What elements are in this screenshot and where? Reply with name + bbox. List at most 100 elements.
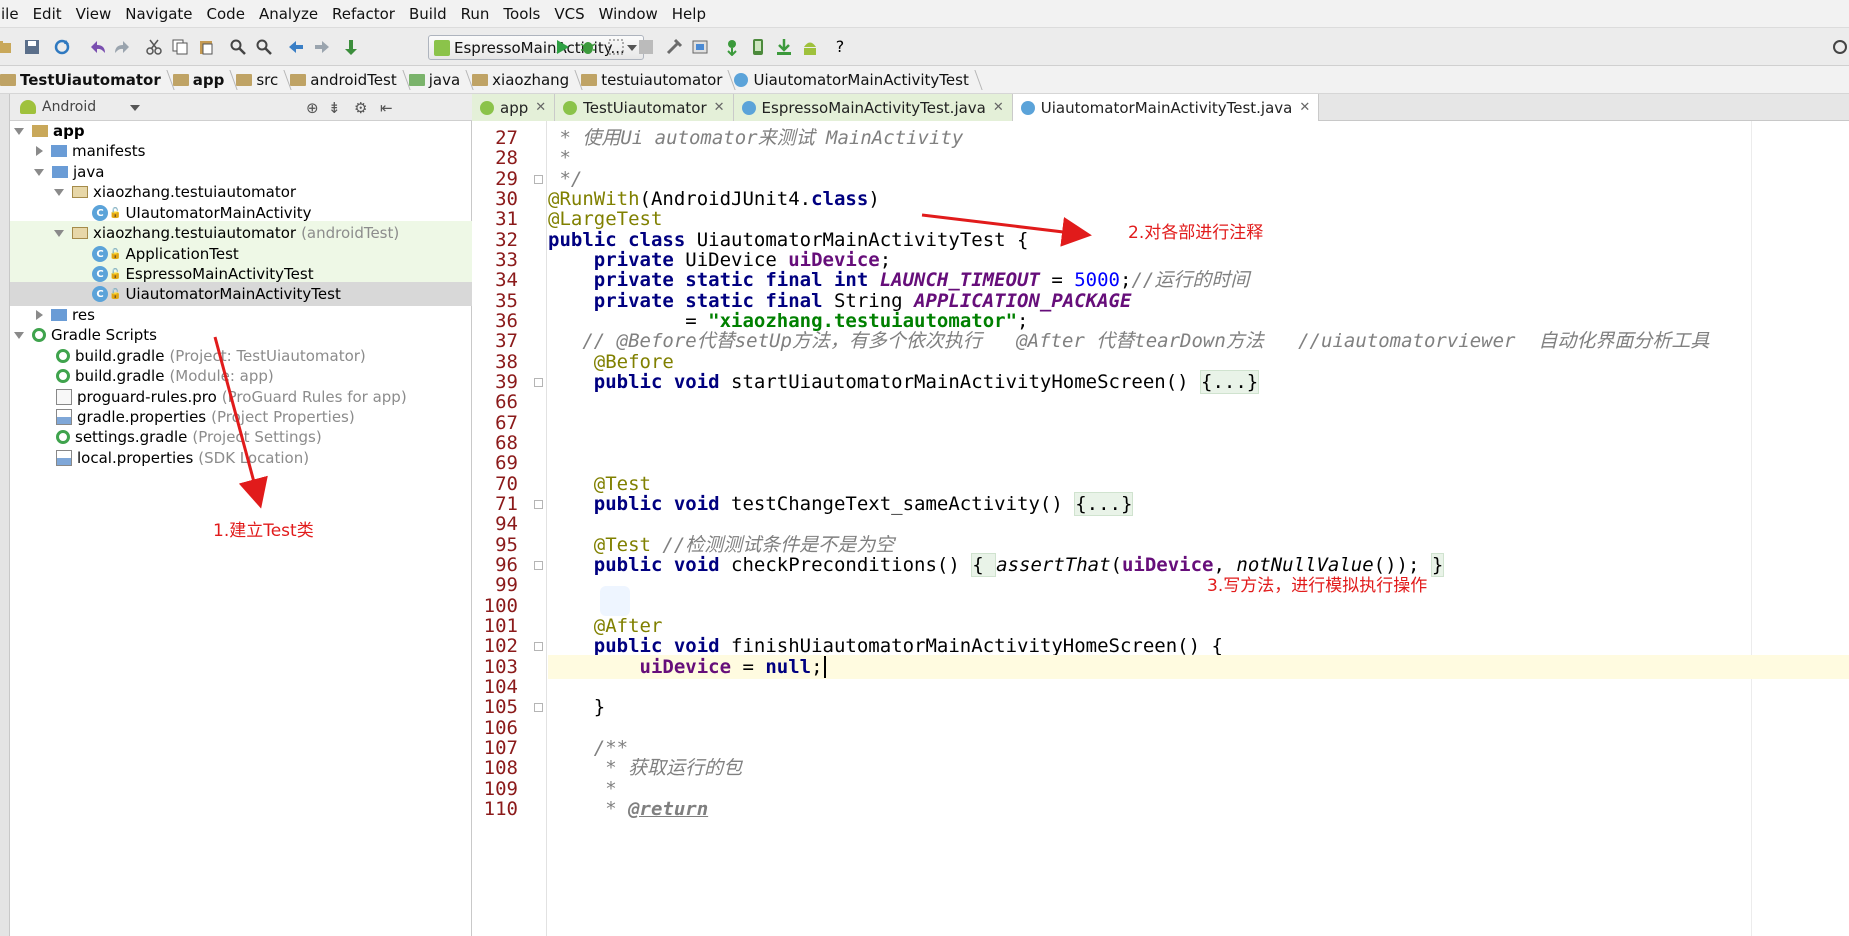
run-icon[interactable] [552,37,572,57]
sync-icon[interactable] [52,37,72,57]
fold-marker[interactable] [534,561,543,570]
expand-arrow-icon[interactable] [54,188,64,196]
attach-debugger-icon[interactable] [606,37,626,57]
breadcrumb-item-java[interactable]: java [408,66,472,94]
fold-marker[interactable] [534,642,543,651]
avd-manager-icon[interactable] [748,37,768,57]
sdk-manager-icon[interactable] [690,37,710,57]
menu-analyze[interactable]: Analyze [252,5,325,23]
breadcrumb-item-xiaozhang[interactable]: xiaozhang [472,66,581,94]
forward-icon[interactable] [312,37,332,57]
scroll-from-source-icon[interactable]: ⊕ [306,99,319,117]
fold-marker[interactable] [534,500,543,509]
close-icon[interactable]: ✕ [535,100,546,115]
menu-help[interactable]: Help [665,5,713,23]
code-editor[interactable]: * 使用Ui automator来测试 MainActivity * */ @R… [548,121,1849,936]
android-device-monitor-icon[interactable] [800,37,820,57]
undo-icon[interactable] [88,37,108,57]
menu-vcs[interactable]: VCS [547,5,591,23]
tree-node-note: (Project Settings) [192,428,322,446]
properties-icon [56,409,72,425]
breadcrumb-item-project[interactable]: TestUiautomator [0,66,173,94]
folder-icon [290,73,307,86]
breadcrumb-item-src[interactable]: src [236,66,290,94]
menu-file[interactable]: ile [0,5,26,23]
code-field: uiDevice [639,656,732,678]
tree-node-local-properties[interactable]: local.properties (SDK Location) [10,446,472,470]
breadcrumb-item-testuiautomator[interactable]: testuiautomator [581,66,734,94]
breadcrumb-item-class[interactable]: UiautomatorMainActivityTest [734,66,980,94]
help-icon[interactable]: ? [830,37,850,57]
find-icon[interactable] [228,37,248,57]
chevron-down-icon[interactable] [130,105,140,111]
breadcrumb-label: TestUiautomator [20,70,161,89]
code-annotation: @LargeTest [548,208,663,230]
folded-code-block[interactable]: {...} [1200,370,1260,394]
stop-icon[interactable] [636,37,656,57]
folder-icon [52,166,68,178]
project-structure-icon[interactable] [664,37,684,57]
menu-build[interactable]: Build [402,5,454,23]
fold-marker[interactable] [534,175,543,184]
back-icon[interactable] [286,37,306,57]
search-everywhere-icon[interactable] [1830,37,1849,57]
open-folder-icon[interactable] [0,37,14,57]
sync-gradle-icon[interactable] [722,37,742,57]
redo-icon[interactable] [112,37,132,57]
editor-gutter[interactable]: 27 28 29 30 31 32 33 34 35 36 37 38 39 6… [472,121,547,936]
editor-tab-bar: app ✕ TestUiautomator ✕ EspressoMainActivi… [472,94,1849,121]
menu-edit[interactable]: Edit [26,5,69,23]
left-tool-window-strip[interactable] [0,94,10,936]
gear-icon[interactable]: ⚙ [354,99,367,117]
module-folder-icon [32,125,48,137]
tree-node-label: xiaozhang.testuiautomator [93,183,297,201]
download-sdk-icon[interactable] [774,37,794,57]
code-comment: * [548,798,629,820]
menu-refactor[interactable]: Refactor [325,5,402,23]
code-comment: * [548,757,629,779]
project-view-mode-select[interactable]: Android [42,99,96,115]
breadcrumb-label: UiautomatorMainActivityTest [753,70,969,89]
editor-tab-app[interactable]: app ✕ [472,94,556,121]
editor-tab-testuiautomator[interactable]: TestUiautomator ✕ [555,94,734,121]
expand-arrow-icon[interactable] [54,229,64,237]
editor-tab-espressomainactivitytest[interactable]: EspressoMainActivityTest.java ✕ [733,94,1013,121]
editor-tab-label: UiautomatorMainActivityTest.java [1040,98,1293,117]
tree-node-label: build.gradle [75,367,165,385]
close-icon[interactable]: ✕ [993,100,1004,115]
expand-arrow-icon[interactable] [34,168,44,176]
breadcrumb-item-androidtest[interactable]: androidTest [290,66,408,94]
debug-icon[interactable] [578,37,598,57]
menu-bar: ile Edit View Navigate Code Analyze Refa… [0,0,1849,28]
close-icon[interactable]: ✕ [714,100,725,115]
annotation-note: 1.建立Test类 [213,521,314,541]
annotation-note: 2.对各部进行注释 [1128,223,1264,243]
lock-icon: 🔓 [109,268,122,280]
cut-icon[interactable] [144,37,164,57]
hide-panel-icon[interactable]: ⇤ [380,99,393,117]
collapse-arrow-icon[interactable] [36,310,43,320]
menu-code[interactable]: Code [200,5,252,23]
breadcrumb-label: app [192,70,225,89]
folded-code-block[interactable]: {...} [1074,492,1134,516]
fold-marker[interactable] [534,703,543,712]
collapse-arrow-icon[interactable] [36,146,43,156]
collapse-all-icon[interactable]: ⇟ [328,99,341,117]
breadcrumb-item-app[interactable]: app [172,66,237,94]
menu-view[interactable]: View [69,5,119,23]
menu-window[interactable]: Window [592,5,665,23]
close-icon[interactable]: ✕ [1299,100,1310,115]
expand-arrow-icon[interactable] [14,127,24,135]
build-icon[interactable] [342,37,362,57]
fold-marker[interactable] [534,378,543,387]
save-icon[interactable] [22,37,42,57]
menu-tools[interactable]: Tools [496,5,547,23]
replace-icon[interactable] [254,37,274,57]
menu-run[interactable]: Run [454,5,497,23]
editor-tab-uiautomatormainactivitytest[interactable]: UiautomatorMainActivityTest.java ✕ [1012,94,1320,121]
intention-bulb-icon[interactable] [600,586,630,616]
menu-navigate[interactable]: Navigate [118,5,199,23]
copy-icon[interactable] [170,37,190,57]
paste-icon[interactable] [196,37,216,57]
expand-arrow-icon[interactable] [14,331,24,339]
